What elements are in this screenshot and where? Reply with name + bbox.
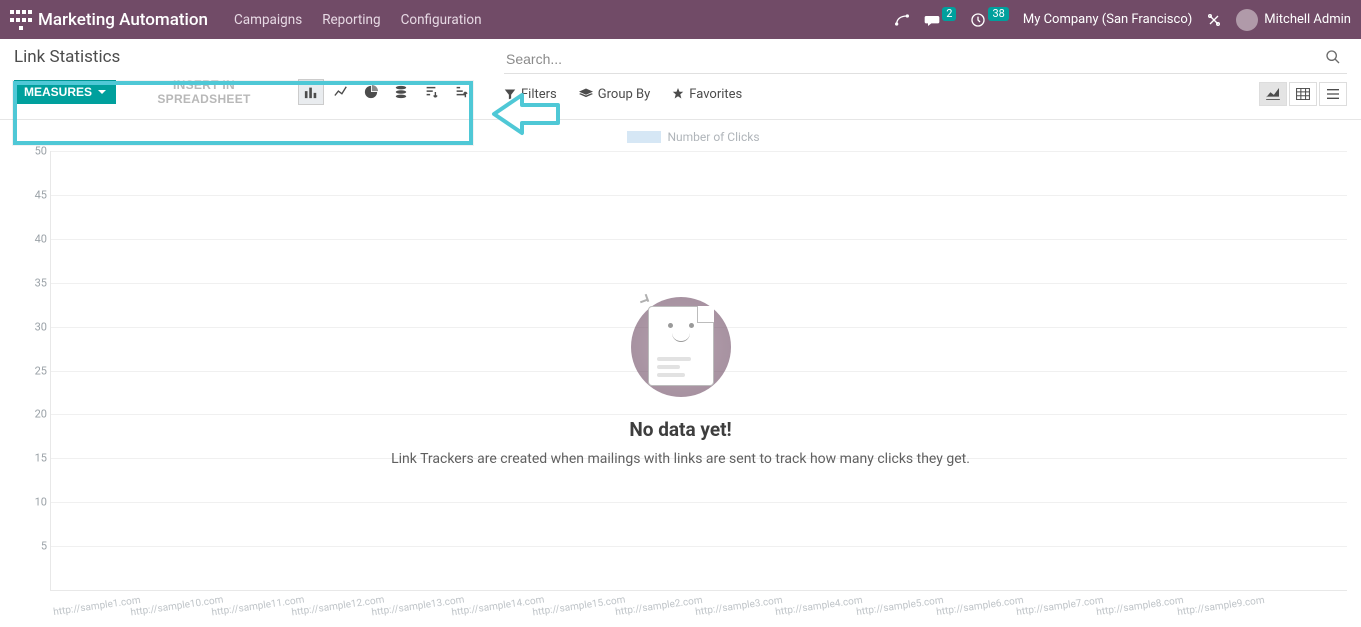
empty-state: No data yet! Link Trackers are created w…	[0, 120, 1361, 627]
groupby-button[interactable]: Group By	[579, 87, 651, 102]
user-name: Mitchell Admin	[1264, 12, 1351, 27]
pie-chart-button[interactable]	[358, 79, 384, 105]
phone-icon[interactable]	[894, 12, 910, 28]
empty-title: No data yet!	[629, 418, 731, 441]
avatar	[1236, 9, 1258, 31]
filters-button[interactable]: Filters	[504, 87, 557, 102]
app-brand[interactable]: Marketing Automation	[38, 10, 208, 30]
activities-badge: 38	[988, 7, 1008, 21]
graph-view-button[interactable]	[1259, 82, 1287, 106]
empty-subtitle: Link Trackers are created when mailings …	[391, 451, 970, 467]
funnel-icon	[504, 88, 516, 100]
insert-spreadsheet-button[interactable]: INSERT IN SPREADSHEET	[122, 73, 286, 111]
page-title: Link Statistics	[14, 47, 474, 67]
nav-configuration[interactable]: Configuration	[401, 12, 482, 28]
debug-icon[interactable]	[1206, 12, 1222, 28]
messages-badge: 2	[942, 7, 956, 21]
sort-desc-button[interactable]	[418, 79, 444, 105]
measures-label: MEASURES	[24, 85, 92, 99]
top-nav: Marketing Automation Campaigns Reporting…	[0, 0, 1361, 39]
activities-icon[interactable]: 38	[970, 12, 1008, 28]
caret-down-icon	[98, 90, 106, 94]
apps-icon[interactable]	[10, 9, 32, 31]
user-menu[interactable]: Mitchell Admin	[1236, 9, 1351, 31]
favorites-button[interactable]: Favorites	[672, 87, 742, 102]
layers-icon	[579, 88, 593, 100]
list-view-button[interactable]	[1319, 82, 1347, 106]
messages-icon[interactable]: 2	[924, 12, 956, 28]
empty-illustration	[626, 292, 736, 402]
main-content: Number of Clicks 5101520253035404550http…	[0, 120, 1361, 627]
nav-reporting[interactable]: Reporting	[322, 12, 380, 28]
pivot-view-button[interactable]	[1289, 82, 1317, 106]
nav-campaigns[interactable]: Campaigns	[234, 12, 302, 28]
company-selector[interactable]: My Company (San Francisco)	[1023, 12, 1192, 27]
line-chart-button[interactable]	[328, 79, 354, 105]
star-icon	[672, 88, 684, 100]
measures-button[interactable]: MEASURES	[14, 80, 116, 104]
bar-chart-button[interactable]	[298, 79, 324, 105]
search-icon[interactable]	[1319, 49, 1347, 69]
search-input[interactable]	[504, 47, 1319, 71]
sort-asc-button[interactable]	[448, 79, 474, 105]
stacked-button[interactable]	[388, 79, 414, 105]
